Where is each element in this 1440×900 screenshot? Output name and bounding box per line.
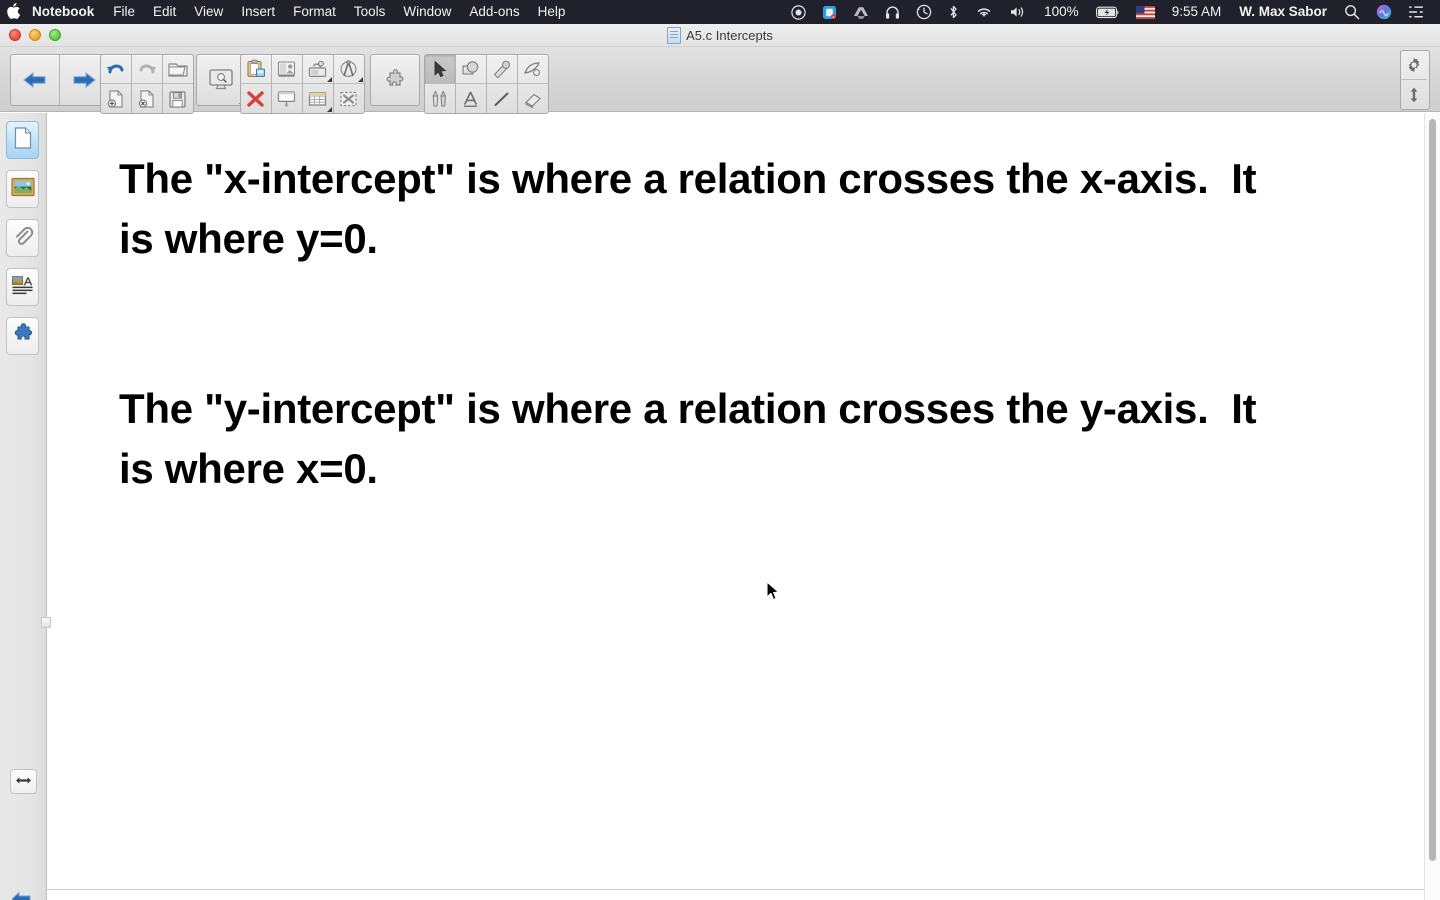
svg-text:x: x [833, 14, 835, 19]
window-zoom-button[interactable] [49, 29, 61, 41]
menu-format[interactable]: Format [284, 0, 345, 24]
main-toolbar [0, 46, 1440, 114]
screen-capture-tool-button[interactable] [303, 55, 333, 84]
menu-insert[interactable]: Insert [232, 0, 284, 24]
sidebar-tab-gallery[interactable] [6, 170, 39, 208]
select-tool-button[interactable] [425, 55, 455, 84]
insert-table-button[interactable] [303, 84, 333, 113]
undo-button[interactable] [101, 55, 131, 84]
control-center-icon[interactable] [1400, 0, 1432, 24]
cloud-drive-icon[interactable] [845, 0, 877, 24]
left-sidebar [0, 113, 51, 900]
menu-window[interactable]: Window [394, 0, 460, 24]
measurement-dropdown-indicator[interactable] [358, 77, 363, 82]
sidebar-tab-add-ons[interactable] [6, 317, 39, 355]
properties-button[interactable] [1401, 51, 1427, 80]
battery-percent-label: 100% [1044, 4, 1079, 19]
menu-clock[interactable]: 9:55 AM [1163, 0, 1231, 24]
menu-app-name[interactable]: Notebook [26, 0, 104, 24]
time-machine-icon[interactable] [908, 0, 940, 24]
menu-file[interactable]: File [104, 0, 144, 24]
toolbar-group-navigation [10, 54, 109, 106]
page-text-y-intercept[interactable]: The "y-intercept" is where a relation cr… [119, 379, 1257, 499]
insert-picture-button[interactable] [272, 55, 302, 84]
add-ons-button[interactable] [371, 55, 419, 105]
properties-text-icon [11, 274, 35, 301]
previous-page-button[interactable] [11, 55, 59, 105]
save-button[interactable] [163, 84, 193, 113]
sidebar-tab-properties[interactable] [6, 268, 39, 306]
sidebar-previous-button[interactable] [8, 889, 36, 900]
toolbar-group-view [196, 54, 246, 106]
page-text-x-intercept[interactable]: The "x-intercept" is where a relation cr… [119, 149, 1257, 269]
magic-pen-button[interactable] [518, 55, 548, 84]
puzzle-piece-icon [12, 322, 34, 350]
battery-charging-icon[interactable] [1088, 0, 1128, 24]
arrows-horizontal-icon [15, 773, 32, 791]
redo-button[interactable] [132, 55, 162, 84]
arrow-left-icon [10, 890, 34, 900]
clear-page-button[interactable] [241, 84, 271, 113]
menu-edit[interactable]: Edit [144, 0, 185, 24]
new-page-button[interactable] [101, 84, 131, 113]
vertical-scrollbar[interactable] [1424, 113, 1440, 900]
insert-table-dropdown-indicator[interactable] [327, 107, 332, 112]
vertical-scrollbar-thumb[interactable] [1429, 119, 1436, 861]
paperclip-icon [12, 225, 34, 252]
menu-help[interactable]: Help [529, 0, 575, 24]
shapes-tool-button[interactable] [456, 55, 486, 84]
notebook-canvas[interactable]: The "x-intercept" is where a relation cr… [47, 113, 1440, 900]
gallery-picture-icon [10, 177, 35, 202]
menu-user-name[interactable]: W. Max Sabor [1230, 0, 1336, 24]
volume-icon[interactable] [1001, 0, 1035, 24]
window-minimize-button[interactable] [29, 29, 41, 41]
document-icon [667, 26, 682, 44]
window-title-bar: A5.c Intercepts [0, 24, 1440, 47]
headphones-icon[interactable] [877, 0, 908, 24]
toolbar-right-panel [1400, 50, 1430, 110]
window-close-button[interactable] [9, 29, 21, 41]
window-title-text: A5.c Intercepts [686, 27, 773, 43]
move-toolbar-button[interactable] [1401, 80, 1427, 109]
record-circle-icon[interactable] [783, 0, 814, 24]
menu-add-ons[interactable]: Add-ons [460, 0, 528, 24]
bluetooth-icon[interactable] [940, 0, 967, 24]
toolbar-group-edit [100, 54, 194, 114]
measurement-tools-button[interactable] [334, 55, 364, 84]
siri-icon[interactable] [1368, 0, 1400, 24]
mac-menu-bar: Notebook File Edit View Insert Format To… [0, 0, 1440, 24]
open-folder-button[interactable] [163, 55, 193, 84]
spotlight-search-icon[interactable] [1336, 0, 1368, 24]
window-controls [0, 29, 61, 41]
us-flag-icon[interactable] [1128, 0, 1163, 24]
eraser-tool-button[interactable] [518, 84, 548, 113]
notebook-app-window: Notebook File Edit View Insert Format To… [0, 0, 1440, 900]
wifi-icon[interactable] [967, 0, 1001, 24]
pens-tool-button[interactable] [425, 84, 455, 113]
sidebar-resize-handle[interactable] [10, 769, 37, 794]
full-screen-button[interactable] [197, 55, 245, 105]
sidebar-tab-attachments[interactable] [6, 219, 39, 257]
menu-view[interactable]: View [185, 0, 232, 24]
sidebar-splitter-dot[interactable] [41, 617, 51, 628]
screen-capture-icon[interactable]: x [814, 0, 845, 24]
apple-logo-icon[interactable] [0, 3, 26, 21]
text-tool-button[interactable] [456, 84, 486, 113]
menu-tools[interactable]: Tools [345, 0, 395, 24]
paste-button[interactable] [241, 55, 271, 84]
window-title: A5.c Intercepts [0, 26, 1440, 44]
toolbar-group-add-ons [370, 54, 420, 106]
lines-tool-button[interactable] [487, 84, 517, 113]
page-sorter-icon [12, 126, 34, 155]
toolbar-group-tools [424, 54, 549, 114]
toolbar-group-insert [240, 54, 365, 114]
menu-bar-status-area: x 100% 9:55 AM W. Max Sabor [783, 0, 1432, 24]
delete-page-button[interactable] [132, 84, 162, 113]
screen-shade-button[interactable] [272, 84, 302, 113]
clear-selection-button[interactable] [334, 84, 364, 113]
sidebar-tab-page-sorter[interactable] [6, 121, 39, 159]
screen-capture-dropdown-indicator[interactable] [327, 77, 332, 82]
creative-pen-button[interactable] [487, 55, 517, 84]
notebook-page[interactable]: The "x-intercept" is where a relation cr… [47, 113, 1426, 890]
